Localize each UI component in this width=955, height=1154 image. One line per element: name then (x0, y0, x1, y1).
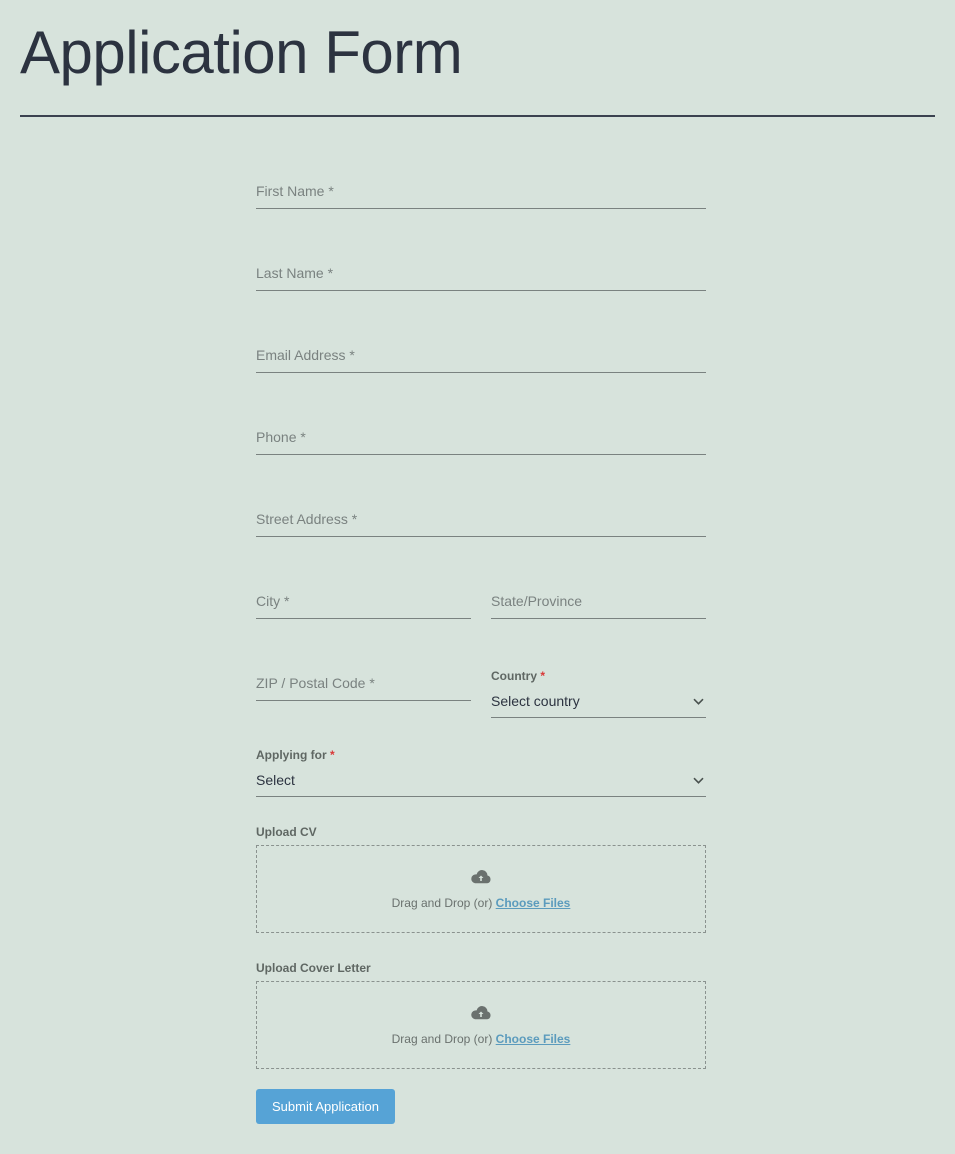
page-title: Application Form (20, 18, 935, 87)
street-address-input[interactable] (256, 505, 706, 537)
cloud-upload-icon (470, 1005, 492, 1026)
applying-for-label-text: Applying for (256, 748, 327, 762)
upload-cover-label: Upload Cover Letter (256, 961, 706, 975)
submit-button[interactable]: Submit Application (256, 1089, 395, 1124)
country-select[interactable]: Select country (491, 689, 706, 718)
country-selected-value: Select country (491, 689, 706, 717)
phone-input[interactable] (256, 423, 706, 455)
required-mark: * (330, 748, 335, 762)
country-label-text: Country (491, 669, 537, 683)
choose-files-link[interactable]: Choose Files (496, 896, 571, 910)
drag-drop-text: Drag and Drop (or) (392, 1032, 496, 1046)
application-form: Country * Select country Applying for * … (256, 177, 706, 1124)
state-input[interactable] (491, 587, 706, 619)
applying-for-select[interactable]: Select (256, 768, 706, 797)
cloud-upload-icon (470, 869, 492, 890)
divider (20, 115, 935, 117)
choose-files-link[interactable]: Choose Files (496, 1032, 571, 1046)
applying-for-selected-value: Select (256, 768, 706, 796)
upload-cv-text: Drag and Drop (or) Choose Files (392, 896, 571, 910)
upload-cover-text: Drag and Drop (or) Choose Files (392, 1032, 571, 1046)
city-input[interactable] (256, 587, 471, 619)
drag-drop-text: Drag and Drop (or) (392, 896, 496, 910)
zip-input[interactable] (256, 669, 471, 701)
upload-cv-dropzone[interactable]: Drag and Drop (or) Choose Files (256, 845, 706, 933)
country-label: Country * (491, 669, 706, 683)
upload-cv-label: Upload CV (256, 825, 706, 839)
first-name-input[interactable] (256, 177, 706, 209)
last-name-input[interactable] (256, 259, 706, 291)
applying-for-label: Applying for * (256, 748, 706, 762)
email-input[interactable] (256, 341, 706, 373)
required-mark: * (540, 669, 545, 683)
upload-cover-dropzone[interactable]: Drag and Drop (or) Choose Files (256, 981, 706, 1069)
